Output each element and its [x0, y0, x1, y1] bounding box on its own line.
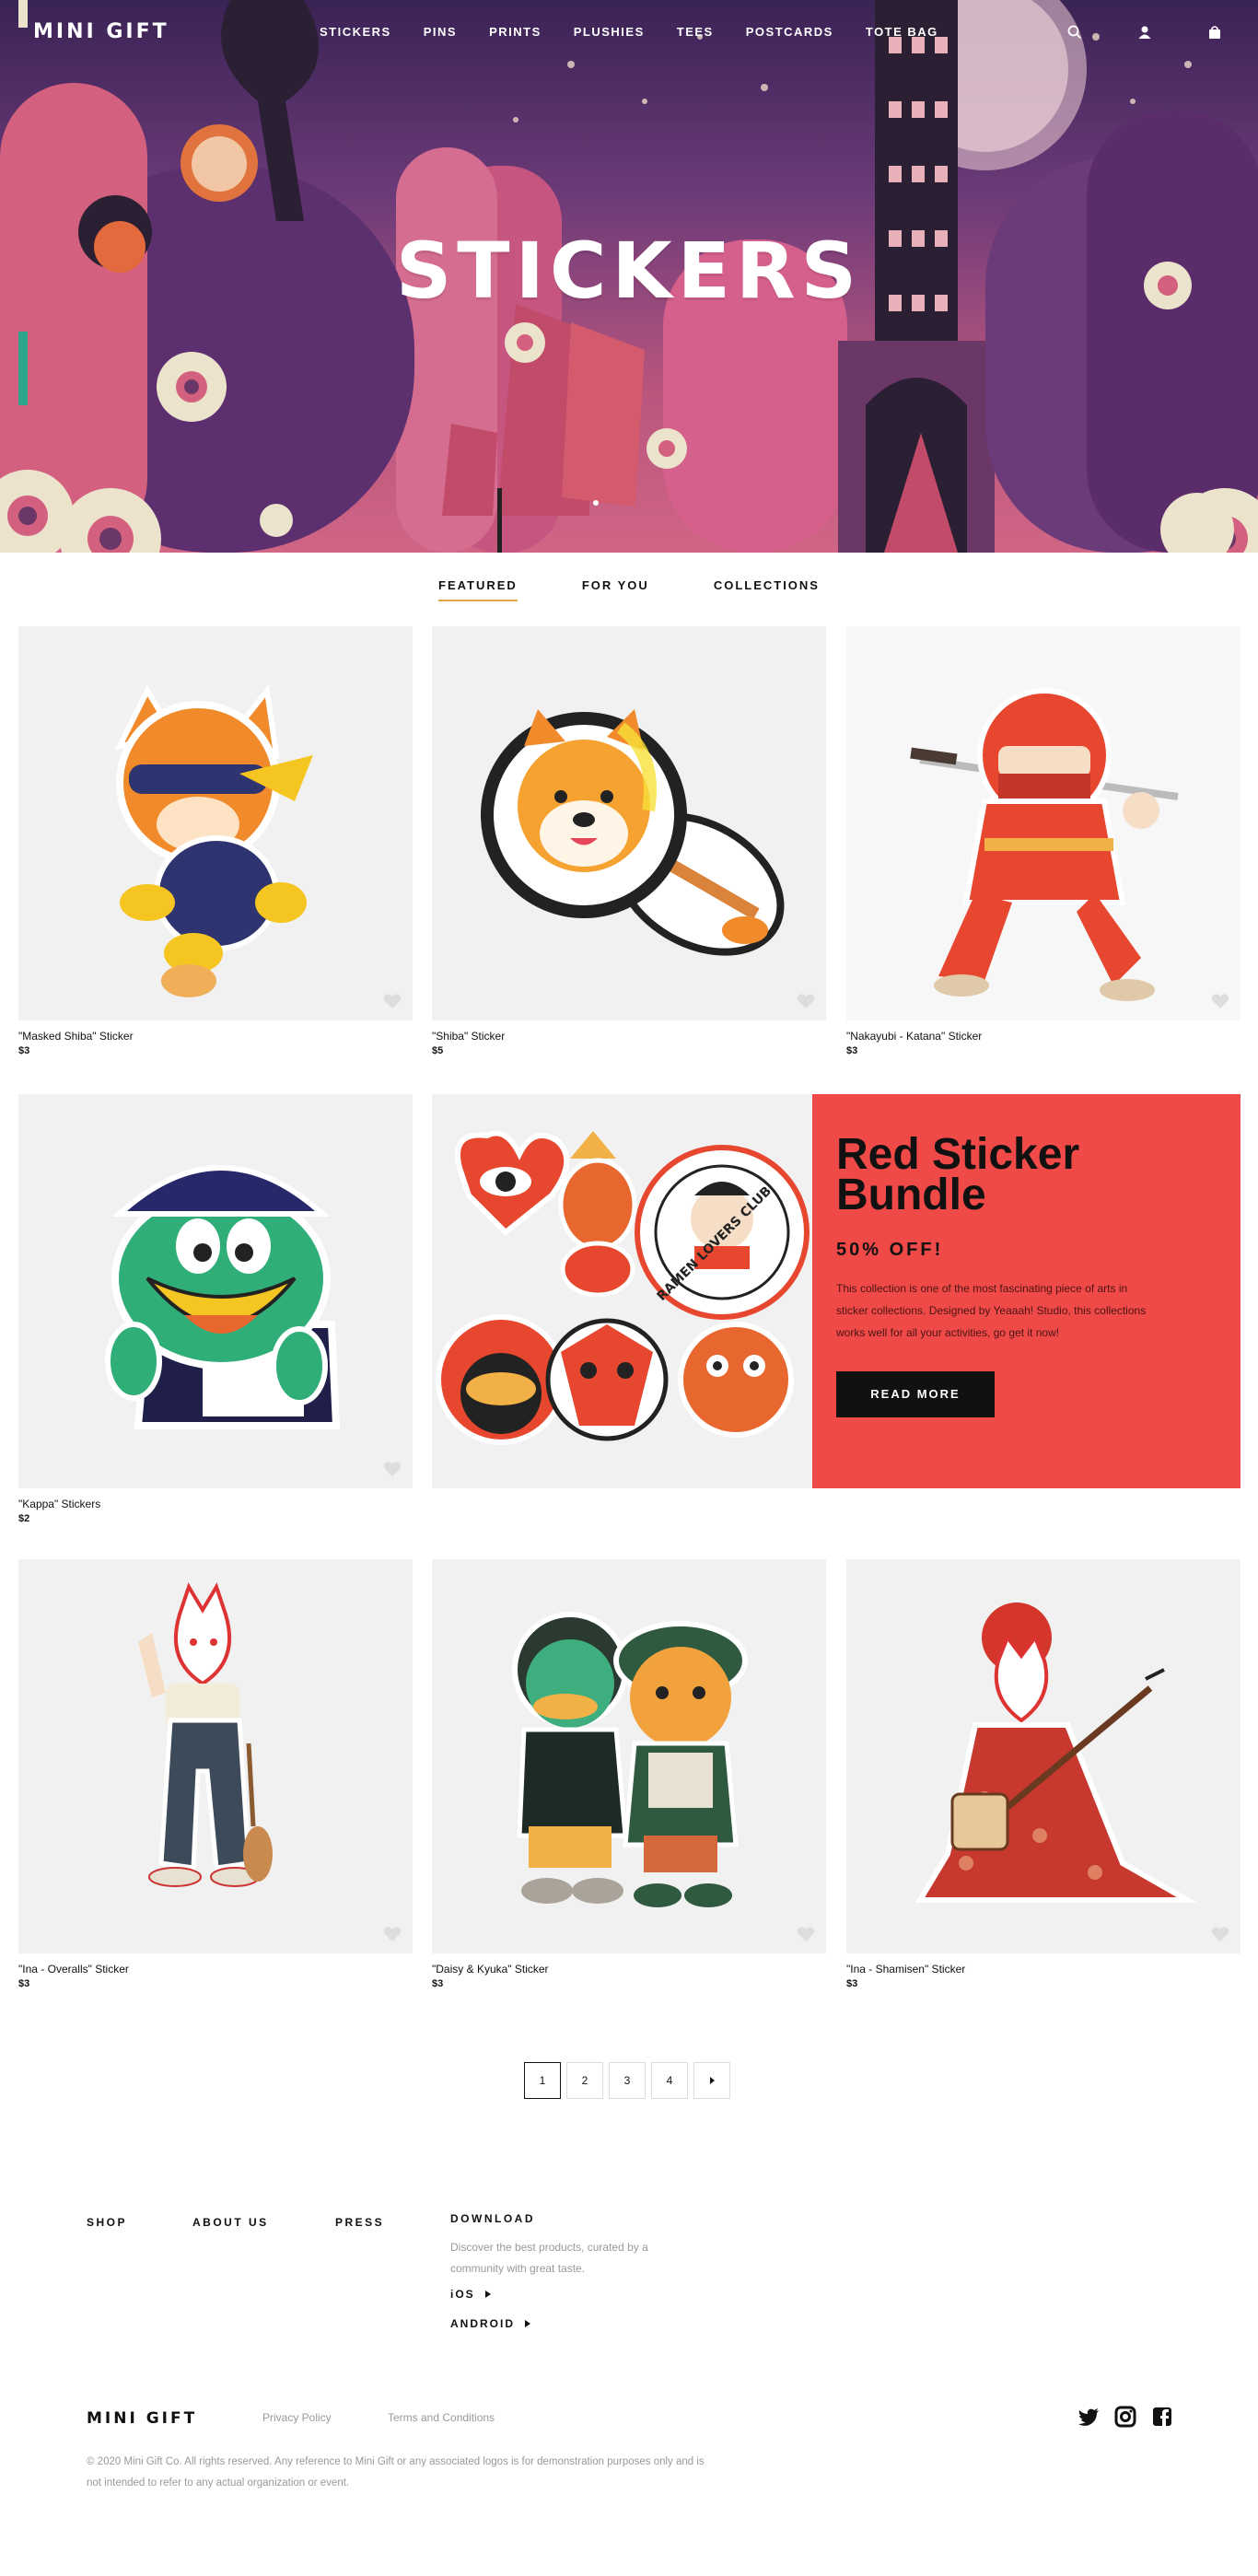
product-card[interactable]: "Ina - Overalls" Sticker $3 [18, 1559, 413, 1989]
nav-icons [1015, 22, 1225, 42]
chevron-right-icon [710, 2077, 715, 2084]
product-name[interactable]: "Shiba" Sticker [432, 1030, 826, 1043]
page-button-2[interactable]: 2 [566, 2062, 603, 2099]
promo-banner: RAMEN LOVERS CLUB Red Sticker Bundle 50%… [432, 1094, 1241, 1488]
product-card[interactable]: "Nakayubi - Katana" Sticker $3 [846, 626, 1241, 1056]
instagram-icon[interactable] [1114, 2406, 1136, 2428]
android-label: ANDROID [450, 2317, 515, 2330]
promo-panel: Red Sticker Bundle 50% OFF! This collect… [812, 1094, 1241, 1488]
chevron-right-icon [525, 2320, 531, 2327]
product-image[interactable] [18, 626, 413, 1020]
nav-link-plushies[interactable]: PLUSHIES [574, 25, 645, 39]
product-name[interactable]: "Kappa" Stickers [18, 1498, 413, 1510]
footer-about-us[interactable]: ABOUT US [192, 2216, 269, 2229]
tab-for-you[interactable]: FOR YOU [582, 578, 649, 601]
favorite-heart-icon[interactable] [1211, 1926, 1229, 1942]
product-card[interactable]: "Ina - Shamisen" Sticker $3 [846, 1559, 1241, 1989]
slider-dot[interactable] [593, 500, 599, 506]
nav-link-pins[interactable]: PINS [424, 25, 457, 39]
promo-discount: 50% OFF! [836, 1240, 944, 1260]
product-card[interactable]: "Daisy & Kyuka" Sticker $3 [432, 1559, 826, 1989]
footer-download: DOWNLOAD [450, 2212, 535, 2225]
nav-link-prints[interactable]: PRINTS [489, 25, 542, 39]
nav-link-tote-bag[interactable]: TOTE BAG [866, 25, 938, 39]
daisy-kyuka-sticker-art [512, 1612, 748, 1907]
facebook-icon[interactable] [1151, 2406, 1173, 2428]
product-card[interactable]: "Kappa" Stickers $2 [18, 1094, 413, 1524]
twitter-icon[interactable] [1077, 2406, 1100, 2428]
red-sticker-bundle-art: RAMEN LOVERS CLUB [436, 1130, 810, 1445]
terms-link[interactable]: Terms and Conditions [388, 2411, 495, 2424]
product-image[interactable] [846, 1559, 1241, 1953]
promo-image: RAMEN LOVERS CLUB [432, 1094, 812, 1488]
page-button-3[interactable]: 3 [609, 2062, 646, 2099]
product-image[interactable] [18, 1559, 413, 1953]
product-image[interactable] [432, 1559, 826, 1953]
user-icon[interactable] [1135, 22, 1155, 42]
favorite-heart-icon[interactable] [1211, 993, 1229, 1009]
chevron-right-icon [485, 2290, 492, 2298]
privacy-policy-link[interactable]: Privacy Policy [262, 2411, 332, 2424]
shiba-sticker-art [481, 709, 785, 956]
promo-title-line2: Bundle [836, 1171, 986, 1219]
favorite-heart-icon[interactable] [797, 993, 815, 1009]
read-more-button[interactable]: READ MORE [836, 1371, 995, 1417]
search-icon[interactable] [1065, 22, 1085, 42]
product-price: $3 [18, 1978, 30, 1989]
product-name[interactable]: "Masked Shiba" Sticker [18, 1030, 413, 1043]
ios-link[interactable]: iOS [450, 2288, 492, 2301]
favorite-heart-icon[interactable] [797, 1926, 815, 1942]
product-name[interactable]: "Ina - Overalls" Sticker [18, 1963, 413, 1976]
promo-title: Red Sticker Bundle [836, 1130, 1217, 1219]
product-price: $2 [18, 1513, 30, 1524]
copyright-text: © 2020 Mini Gift Co. All rights reserved… [87, 2456, 705, 2489]
product-price: $3 [432, 1978, 444, 1989]
nav-link-stickers[interactable]: STICKERS [320, 25, 391, 39]
tab-collections[interactable]: COLLECTIONS [714, 578, 820, 601]
hero-banner: MINI GIFT STICKERS PINS PRINTS PLUSHIES … [0, 0, 1258, 553]
ina-shamisen-sticker-art [914, 1603, 1198, 1903]
page-button-4[interactable]: 4 [651, 2062, 688, 2099]
pagination: 1 2 3 4 [524, 2062, 736, 2099]
product-image[interactable] [846, 626, 1241, 1020]
footer-press[interactable]: PRESS [335, 2216, 384, 2229]
favorite-heart-icon[interactable] [383, 1926, 402, 1942]
nakayubi-katana-sticker-art [910, 688, 1179, 1001]
favorite-heart-icon[interactable] [383, 1461, 402, 1477]
logo[interactable]: MINI GIFT [33, 20, 169, 43]
bag-icon[interactable] [1205, 22, 1225, 42]
footer-shop[interactable]: SHOP [87, 2216, 127, 2229]
category-tabs: FEATURED FOR YOU COLLECTIONS [0, 578, 1258, 601]
nav-link-postcards[interactable]: POSTCARDS [746, 25, 833, 39]
nav-links: STICKERS PINS PRINTS PLUSHIES TEES POSTC… [320, 25, 971, 39]
product-name[interactable]: "Ina - Shamisen" Sticker [846, 1963, 1241, 1976]
ina-overalls-sticker-art [138, 1582, 273, 1887]
product-name[interactable]: "Nakayubi - Katana" Sticker [846, 1030, 1241, 1043]
kappa-sticker-art [105, 1165, 341, 1429]
product-price: $3 [846, 1045, 858, 1056]
top-nav: MINI GIFT STICKERS PINS PRINTS PLUSHIES … [0, 0, 1258, 66]
tab-featured[interactable]: FEATURED [438, 578, 518, 601]
product-image[interactable] [18, 1094, 413, 1488]
page-button-1[interactable]: 1 [524, 2062, 561, 2099]
promo-title-line1: Red Sticker [836, 1130, 1080, 1179]
hero-title: STICKERS [395, 226, 863, 316]
product-price: $5 [432, 1045, 444, 1056]
product-price: $3 [846, 1978, 858, 1989]
promo-description: This collection is one of the most fasci… [836, 1282, 1147, 1339]
product-card[interactable]: "Masked Shiba" Sticker $3 [18, 626, 413, 1056]
nav-link-tees[interactable]: TEES [677, 25, 714, 39]
android-link[interactable]: ANDROID [450, 2317, 531, 2330]
masked-shiba-sticker-art [114, 683, 313, 997]
download-description: Discover the best products, curated by a… [450, 2241, 648, 2275]
footer-logo[interactable]: MINI GIFT [87, 2409, 197, 2428]
product-name[interactable]: "Daisy & Kyuka" Sticker [432, 1963, 826, 1976]
next-page-button[interactable] [693, 2062, 730, 2099]
ios-label: iOS [450, 2288, 475, 2301]
product-card[interactable]: "Shiba" Sticker $5 [432, 626, 826, 1056]
favorite-heart-icon[interactable] [383, 993, 402, 1009]
product-image[interactable] [432, 626, 826, 1020]
product-price: $3 [18, 1045, 30, 1056]
